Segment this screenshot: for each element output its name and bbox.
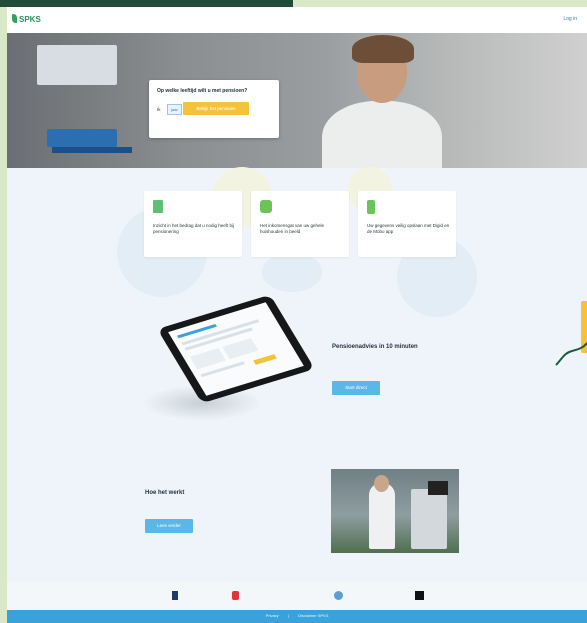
preview-title: Pensioenadvies in 10 minuten [332,344,418,350]
leaf-logo-icon [12,14,17,23]
site-logo[interactable]: SPKS [12,14,41,24]
pension-age-card: Op welke leeftijd wilt u met pensioen? I… [149,80,279,138]
partner-logo[interactable] [172,591,180,600]
decor-blob [262,252,322,292]
feature-card: Uw gegevens veilig opslaan met Digid en … [358,191,456,257]
partner-logo-1-icon [172,591,178,600]
hero-bin-image [47,129,117,147]
feature-text: Uw gegevens veilig opslaan met Digid en … [367,223,450,234]
partner-logo[interactable] [334,591,345,600]
login-link[interactable]: Log in [563,16,577,22]
age-input[interactable]: jaar [167,104,182,115]
phone-icon [367,200,375,214]
top-accent-bar [0,0,293,7]
read-more-button[interactable]: Lees verder [145,519,193,533]
decor-curl-icon [555,342,587,366]
people-icon [260,200,272,213]
page-frame: SPKS Log in Op welke leeftijd wilt u met… [7,7,587,623]
pension-age-question: Op welke leeftijd wilt u met pensioen? [157,88,248,94]
document-chart-icon [153,200,163,213]
age-label: Ik [157,107,161,112]
hero-doctor-image [322,35,442,168]
site-footer: Privacy | Disclaimer SPKS [7,610,587,623]
tablet-screen [168,302,304,396]
start-now-button[interactable]: Start direct [332,381,380,395]
partner-logo[interactable] [415,591,426,600]
site-header: SPKS Log in [7,7,587,33]
footer-separator: | [287,613,289,618]
how-it-works-title: Hoe het werkt [145,490,185,496]
footer-links: Privacy | Disclaimer SPKS [7,613,587,618]
feature-card: Inzicht in het bedrag dat u nodig heeft … [144,191,242,257]
partner-logo-2-icon [232,591,239,600]
feature-card: Het inkomensgat van uw gehele huishouden… [251,191,349,257]
partner-logo-3-icon [334,591,343,600]
hero-shelf-image [37,45,117,85]
partner-logo-4-icon [415,591,424,600]
disclaimer-link[interactable]: Disclaimer SPKS [298,613,328,618]
logo-text: SPKS [19,15,41,24]
doctor-ultrasound-photo [331,469,459,553]
partner-logos [7,582,587,610]
privacy-link[interactable]: Privacy [266,613,279,618]
hero-tray-image [52,147,132,153]
partner-logo[interactable] [232,591,241,600]
feature-text: Het inkomensgat van uw gehele huishouden… [260,223,325,234]
hero-banner: Op welke leeftijd wilt u met pensioen? I… [7,33,587,168]
view-pension-button[interactable]: Bekijk het pensioen [183,102,249,115]
feature-text: Inzicht in het bedrag dat u nodig heeft … [153,223,235,234]
